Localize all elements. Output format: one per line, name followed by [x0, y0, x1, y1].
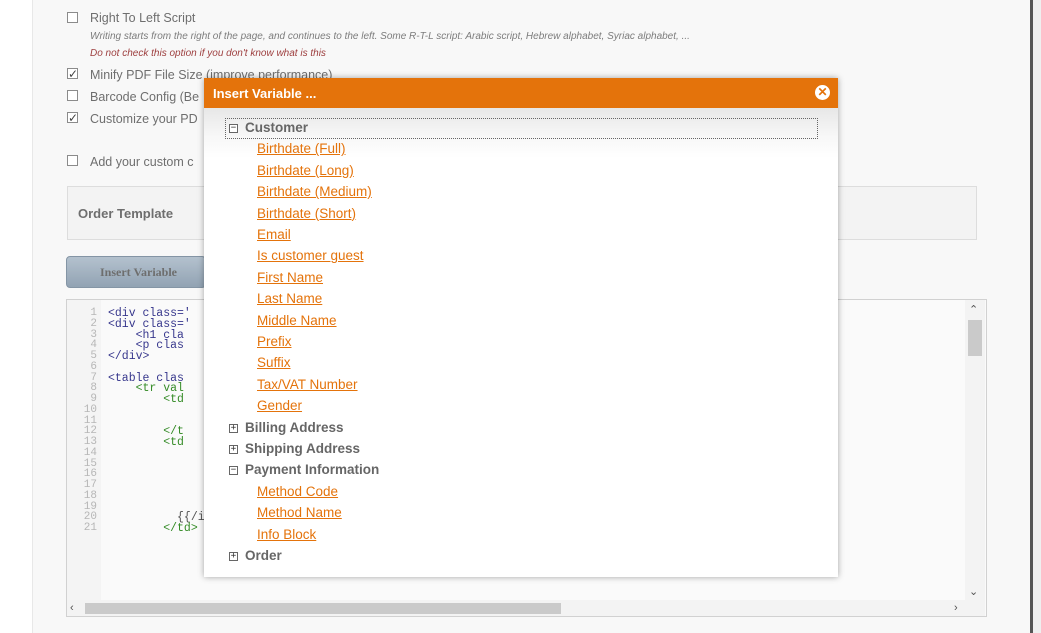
dialog-title: Insert Variable ... [213, 86, 317, 101]
variable-link[interactable]: Last Name [257, 291, 322, 306]
variable-link[interactable]: Middle Name [257, 313, 337, 328]
tree-node-customer[interactable]: Customer [245, 120, 308, 135]
window-left-margin [0, 0, 32, 633]
variable-link[interactable]: Gender [257, 398, 302, 413]
variable-link[interactable]: Info Block [257, 527, 316, 542]
expand-icon[interactable]: + [229, 552, 238, 561]
variable-link[interactable]: Suffix [257, 355, 291, 370]
variable-link[interactable]: Method Code [257, 484, 338, 499]
variable-link[interactable]: First Name [257, 270, 323, 285]
variable-link[interactable]: Is customer guest [257, 248, 364, 263]
variable-link[interactable]: Tax/VAT Number [257, 377, 358, 392]
variable-link[interactable]: Email [257, 227, 291, 242]
close-icon[interactable]: ✕ [815, 85, 830, 100]
variable-link[interactable]: Birthdate (Long) [257, 163, 354, 178]
collapse-icon[interactable]: − [229, 124, 238, 133]
expand-icon[interactable]: + [229, 423, 238, 433]
variable-link[interactable]: Birthdate (Full) [257, 141, 346, 156]
variable-link[interactable]: Birthdate (Short) [257, 206, 356, 221]
tree-node-payment-information[interactable]: Payment Information [245, 462, 379, 477]
collapse-icon[interactable]: − [229, 466, 238, 476]
tree-node-order[interactable]: Order [245, 548, 282, 563]
window-right-border [1030, 0, 1041, 633]
tree-node-shipping-address[interactable]: Shipping Address [245, 441, 360, 456]
expand-icon[interactable]: + [229, 445, 238, 454]
variable-link[interactable]: Birthdate (Medium) [257, 184, 372, 199]
variable-link[interactable]: Method Name [257, 505, 342, 520]
variable-link[interactable]: Prefix [257, 334, 292, 349]
tree-selection-outline [225, 118, 818, 139]
tree-node-billing-address[interactable]: Billing Address [245, 420, 344, 435]
